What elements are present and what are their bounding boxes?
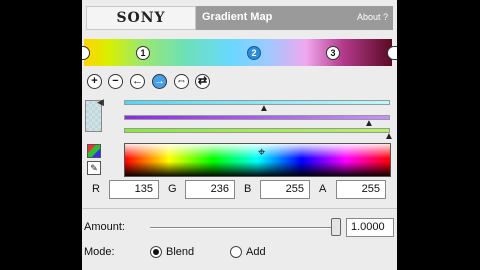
slider-thumb-1-icon[interactable]: ▲ xyxy=(259,104,269,114)
b-value-field[interactable]: 255 xyxy=(260,180,310,199)
g-label: G xyxy=(168,183,177,195)
header: SONY Gradient Map About ? xyxy=(82,6,397,30)
channel-slider-3[interactable] xyxy=(124,128,390,133)
g-value-field[interactable]: 236 xyxy=(185,180,235,199)
reverse-icon[interactable]: ⇄ xyxy=(195,74,210,89)
a-label: A xyxy=(319,183,327,195)
radio-selected-dot xyxy=(153,249,159,255)
add-stop-icon[interactable]: + xyxy=(87,74,102,89)
amount-value-field[interactable]: 1.0000 xyxy=(346,218,394,237)
blend-radio[interactable] xyxy=(150,246,162,258)
channel-slider-1[interactable] xyxy=(124,100,390,105)
gradient-map-panel: SONY Gradient Map About ? 1 2 3 + − ← → … xyxy=(82,0,397,270)
about-link[interactable]: About ? xyxy=(357,12,388,22)
divider xyxy=(82,208,397,209)
next-stop-icon[interactable]: → xyxy=(152,74,167,89)
logo-box: SONY xyxy=(86,6,196,30)
previous-stop-icon[interactable]: ← xyxy=(130,74,145,89)
color-picker-icon[interactable] xyxy=(87,144,101,158)
gradient-preview-strip[interactable] xyxy=(84,39,392,66)
distribute-icon[interactable]: ⇔ xyxy=(174,74,189,89)
a-value-field[interactable]: 255 xyxy=(336,180,386,199)
gradient-stop-1[interactable]: 1 xyxy=(136,46,150,60)
panel-title: Gradient Map xyxy=(202,11,273,23)
amount-slider-thumb[interactable] xyxy=(331,218,341,236)
sony-logo: SONY xyxy=(116,10,166,26)
swatch-pointer-icon: ◀ xyxy=(97,97,104,107)
channel-slider-2[interactable] xyxy=(124,115,390,120)
r-label: R xyxy=(92,183,100,195)
b-label: B xyxy=(244,183,252,195)
gradient-stop-2[interactable]: 2 xyxy=(247,46,261,60)
gradient-stop-edge-right[interactable] xyxy=(387,46,397,60)
gradient-stop-3[interactable]: 3 xyxy=(326,46,340,60)
slider-thumb-3-icon[interactable]: ▲ xyxy=(384,132,394,142)
remove-stop-icon[interactable]: − xyxy=(108,74,123,89)
eyedropper-icon[interactable]: ✎ xyxy=(87,161,101,175)
add-radio-label[interactable]: Add xyxy=(246,246,266,258)
add-radio[interactable] xyxy=(230,246,242,258)
amount-label: Amount: xyxy=(84,221,125,233)
mode-label: Mode: xyxy=(84,246,115,258)
amount-slider-track[interactable] xyxy=(150,227,340,229)
crosshair-icon: ⌖ xyxy=(258,144,266,159)
r-value-field[interactable]: 135 xyxy=(109,180,159,199)
title-bar: Gradient Map About ? xyxy=(196,6,393,30)
blend-radio-label[interactable]: Blend xyxy=(166,246,194,258)
